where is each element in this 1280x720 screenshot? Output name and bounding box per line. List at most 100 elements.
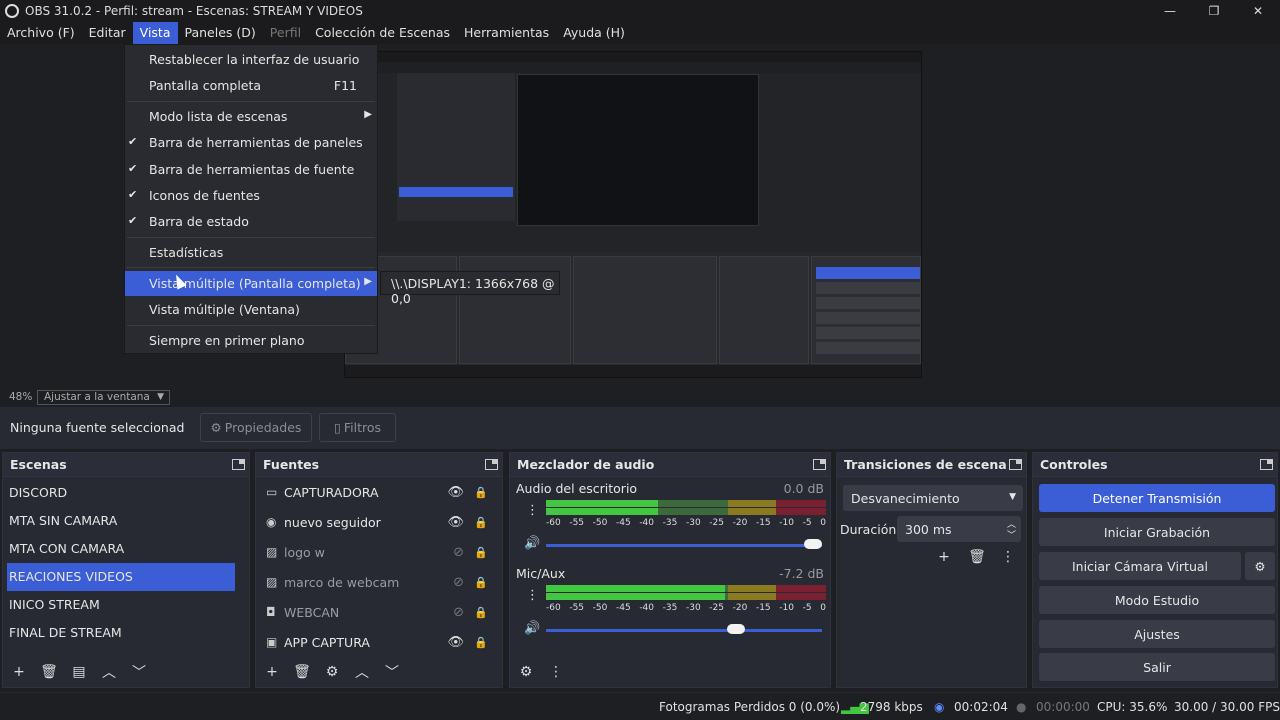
start-recording-button[interactable]: Iniciar Grabación — [1039, 518, 1275, 546]
preview-canvas[interactable] — [344, 51, 922, 378]
menu-item-multiview-window[interactable]: Vista múltiple (Ventana) — [125, 297, 377, 322]
source-item[interactable]: ◘ WEBCAN ⊘ 🔒 — [256, 597, 502, 627]
lock-icon[interactable]: 🔒 — [474, 576, 488, 589]
scene-item-selected[interactable]: REACIONES VIDEOS — [7, 563, 235, 591]
menu-ayuda[interactable]: Ayuda (H) — [556, 22, 632, 44]
menu-vista[interactable]: Vista — [132, 22, 178, 44]
source-label: marco de webcam — [284, 574, 400, 590]
lock-icon[interactable]: 🔒 — [474, 606, 488, 619]
menu-item-fullscreen[interactable]: Pantalla completa F11 — [125, 73, 377, 98]
source-item[interactable]: ▨ marco de webcam ⊘ 🔒 — [256, 567, 502, 597]
menu-editar[interactable]: Editar — [82, 22, 133, 44]
menu-item-source-icons[interactable]: ✔ Iconos de fuentes — [125, 183, 377, 208]
lock-icon[interactable]: 🔒 — [474, 516, 488, 529]
menu-coleccion-escenas[interactable]: Colección de Escenas — [308, 22, 457, 44]
undock-icon[interactable] — [232, 459, 245, 470]
eye-icon[interactable]: 👁 — [447, 635, 464, 650]
menu-paneles[interactable]: Paneles (D) — [178, 22, 263, 44]
menu-item-scene-list-mode[interactable]: Modo lista de escenas ▶ — [125, 104, 377, 129]
vista-dropdown-menu: Restablecer la interfaz de usuario Panta… — [124, 44, 378, 354]
menu-herramientas[interactable]: Herramientas — [457, 22, 556, 44]
scene-item[interactable]: INICO STREAM — [3, 591, 235, 619]
menu-bar: Archivo (F) Editar Vista Paneles (D) Per… — [0, 22, 1280, 44]
gear-icon[interactable]: ⚙ — [322, 662, 342, 682]
lock-icon[interactable]: 🔒 — [474, 636, 488, 649]
undock-icon[interactable] — [1009, 459, 1022, 470]
submenu-display1[interactable]: \\.\DISPLAY1: 1366x768 @ 0,0 — [380, 271, 560, 306]
no-source-label: Ninguna fuente seleccionad — [10, 420, 185, 435]
scene-item[interactable]: MTA CON CAMARA — [3, 535, 235, 563]
eye-hidden-icon[interactable]: ⊘ — [453, 575, 464, 590]
move-up-icon[interactable]: ︿ — [352, 662, 372, 682]
trash-icon[interactable]: 🗑 — [39, 662, 59, 682]
zoom-mode-select[interactable]: Ajustar a la ventana ▼ — [37, 389, 170, 405]
menu-perfil[interactable]: Perfil — [263, 22, 308, 44]
volume-slider[interactable] — [546, 629, 822, 632]
monitor-icon: ▭ — [266, 485, 278, 499]
menu-item-reset-ui[interactable]: Restablecer la interfaz de usuario — [125, 47, 377, 72]
menu-item-status-bar[interactable]: ✔ Barra de estado — [125, 209, 377, 234]
scene-item[interactable]: MTA SIN CAMARA — [3, 507, 235, 535]
controls-dock: Controles Detener Transmisión Iniciar Gr… — [1032, 452, 1278, 688]
lock-icon[interactable]: 🔒 — [474, 486, 488, 499]
close-button[interactable]: ✕ — [1236, 0, 1280, 22]
advanced-audio-gear-icon[interactable]: ⚙ — [516, 662, 536, 682]
source-item[interactable]: ▭ CAPTURADORA 👁 🔒 — [256, 477, 502, 507]
menu-item-source-toolbar[interactable]: ✔ Barra de herramientas de fuente — [125, 157, 377, 182]
speaker-icon[interactable]: 🔊 — [524, 536, 540, 551]
undock-icon[interactable] — [485, 459, 498, 470]
move-down-icon[interactable]: ﹀ — [382, 662, 402, 682]
menu-item-dock-toolbar[interactable]: ✔ Barra de herramientas de paneles — [125, 130, 377, 155]
undock-icon[interactable] — [1260, 459, 1273, 470]
move-up-icon[interactable]: ︿ — [99, 662, 119, 682]
start-virtual-camera-button[interactable]: Iniciar Cámara Virtual — [1039, 552, 1241, 580]
source-item[interactable]: ▨ logo w ⊘ 🔒 — [256, 537, 502, 567]
menu-item-multiview-fullscreen[interactable]: Vista múltiple (Pantalla completa) ▶ — [125, 271, 377, 296]
minimize-button[interactable]: — — [1148, 0, 1192, 22]
scene-filters-button[interactable]: ▤ — [69, 662, 89, 682]
shortcut-label: F11 — [333, 78, 357, 93]
meter-fill — [546, 500, 658, 507]
speaker-icon[interactable]: 🔊 — [524, 621, 540, 636]
properties-button[interactable]: ⚙ Propiedades — [200, 413, 312, 442]
undock-icon[interactable] — [813, 459, 826, 470]
move-down-icon[interactable]: ﹀ — [129, 662, 149, 682]
add-transition-button[interactable]: + — [934, 547, 954, 567]
chevron-down-icon[interactable]: ﹀ — [1007, 528, 1016, 541]
eye-icon[interactable]: 👁 — [447, 485, 464, 500]
volume-knob[interactable] — [726, 624, 745, 634]
maximize-button[interactable]: ❐ — [1192, 0, 1236, 22]
stop-streaming-button[interactable]: Detener Transmisión — [1039, 484, 1275, 512]
menu-item-stats[interactable]: Estadísticas — [125, 240, 377, 265]
trash-icon[interactable]: 🗑 — [967, 547, 987, 567]
menu-archivo[interactable]: Archivo (F) — [0, 22, 82, 44]
scene-item[interactable]: FINAL DE STREAM — [3, 619, 235, 647]
kebab-menu-icon[interactable]: ⋮ — [526, 503, 539, 518]
chevron-down-icon: ▼ — [157, 391, 164, 402]
scene-item[interactable]: DISCORD — [3, 479, 235, 507]
volume-knob[interactable] — [804, 539, 822, 549]
properties-label: Propiedades — [224, 420, 302, 435]
duration-spinbox[interactable]: 300 ms ︿ ﹀ — [897, 516, 1021, 542]
filters-button[interactable]: ▯ Filtros — [319, 413, 396, 442]
kebab-menu-icon[interactable]: ⋮ — [998, 547, 1018, 567]
exit-button[interactable]: Salir — [1039, 653, 1275, 681]
add-source-button[interactable]: + — [262, 662, 282, 682]
volume-slider[interactable] — [546, 544, 822, 547]
kebab-menu-icon[interactable]: ⋮ — [526, 588, 539, 603]
virtual-camera-gear-icon[interactable]: ⚙ — [1245, 552, 1275, 580]
source-item[interactable]: ◉ nuevo seguidor 👁 🔒 — [256, 507, 502, 537]
trash-icon[interactable]: 🗑 — [292, 662, 312, 682]
stream-time: 00:02:04 — [954, 700, 1008, 714]
kebab-menu-icon[interactable]: ⋮ — [546, 662, 566, 682]
settings-button[interactable]: Ajustes — [1039, 620, 1275, 648]
source-item[interactable]: ▣ APP CAPTURA 👁 🔒 — [256, 627, 502, 657]
lock-icon[interactable]: 🔒 — [474, 546, 488, 559]
studio-mode-button[interactable]: Modo Estudio — [1039, 586, 1275, 614]
eye-hidden-icon[interactable]: ⊘ — [453, 605, 464, 620]
menu-item-always-on-top[interactable]: Siempre en primer plano — [125, 328, 377, 353]
transition-select[interactable]: Desvanecimiento ▼ — [843, 485, 1023, 511]
eye-icon[interactable]: 👁 — [447, 515, 464, 530]
eye-hidden-icon[interactable]: ⊘ — [453, 545, 464, 560]
add-scene-button[interactable]: + — [9, 662, 29, 682]
